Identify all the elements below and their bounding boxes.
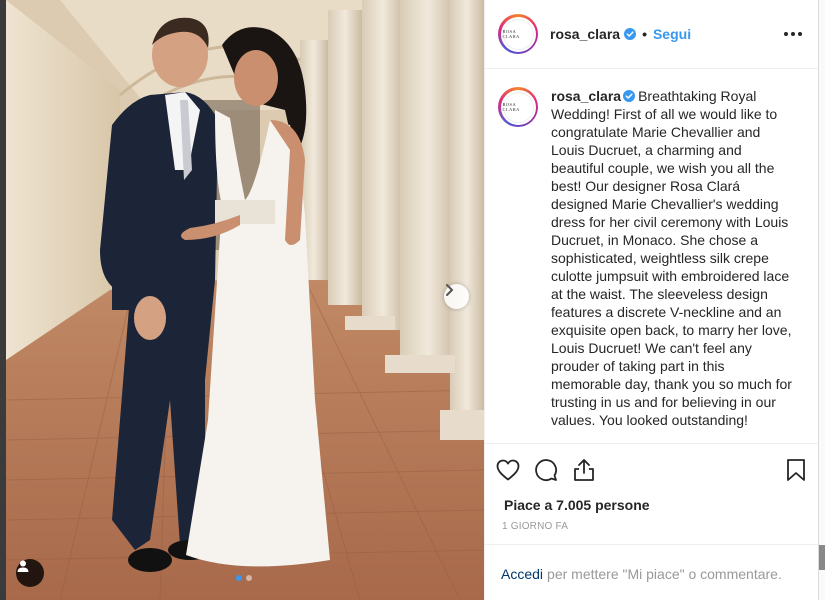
user-tag-button[interactable] bbox=[16, 559, 44, 587]
carousel-dot bbox=[246, 575, 252, 581]
photo-left-edge bbox=[0, 0, 6, 600]
comment-prompt: Accedi per mettere "Mi piace" o commenta… bbox=[485, 545, 818, 600]
header-username[interactable]: rosa_clara bbox=[550, 26, 620, 42]
caption-username[interactable]: rosa_clara bbox=[551, 88, 621, 104]
bookmark-icon bbox=[787, 459, 805, 481]
follow-button[interactable]: Segui bbox=[653, 26, 691, 42]
action-bar bbox=[485, 444, 818, 496]
caption-avatar-logo: ROSA CLARA bbox=[500, 89, 536, 125]
save-button[interactable] bbox=[783, 457, 809, 483]
likes-count[interactable]: Piace a 7.005 persone bbox=[485, 496, 818, 518]
user-tag-icon bbox=[17, 560, 29, 572]
carousel-next-button[interactable] bbox=[444, 284, 469, 309]
carousel-dot-active bbox=[236, 575, 242, 581]
caption-body: Breathtaking Royal Wedding! First of all… bbox=[551, 88, 792, 428]
wedding-photo-illustration bbox=[0, 0, 484, 600]
login-link[interactable]: Accedi bbox=[501, 566, 543, 582]
share-button[interactable] bbox=[571, 457, 597, 483]
chevron-right-icon bbox=[446, 284, 453, 296]
caption-text: rosa_clara Breathtaking Royal Wedding! Fi… bbox=[551, 87, 797, 443]
avatar[interactable]: ROSA CLARA bbox=[498, 14, 538, 54]
heart-icon bbox=[496, 459, 520, 481]
more-options-icon[interactable] bbox=[784, 32, 802, 36]
page-right-edge bbox=[819, 0, 825, 600]
comment-prompt-text: per mettere "Mi piace" o commentare. bbox=[547, 566, 782, 582]
verified-badge-icon bbox=[623, 90, 636, 102]
share-icon bbox=[574, 459, 594, 481]
like-button[interactable] bbox=[495, 457, 521, 483]
post-photo[interactable] bbox=[0, 0, 484, 600]
caption-area: ROSA CLARA rosa_clara Breathtaking Royal … bbox=[485, 69, 818, 444]
scrollbar-thumb[interactable] bbox=[819, 545, 825, 570]
carousel-indicator bbox=[236, 575, 252, 581]
comment-bubble-icon bbox=[535, 459, 557, 481]
verified-badge-icon bbox=[624, 28, 637, 40]
header-separator: • bbox=[642, 26, 647, 42]
post-header: ROSA CLARA rosa_clara • Segui bbox=[485, 0, 818, 69]
caption-avatar[interactable]: ROSA CLARA bbox=[498, 87, 538, 127]
avatar-logo: ROSA CLARA bbox=[500, 16, 536, 52]
comment-button[interactable] bbox=[533, 457, 559, 483]
post-timestamp[interactable]: 1 GIORNO FA bbox=[485, 518, 818, 545]
post-details-panel: ROSA CLARA rosa_clara • Segui ROSA CLARA… bbox=[484, 0, 819, 600]
